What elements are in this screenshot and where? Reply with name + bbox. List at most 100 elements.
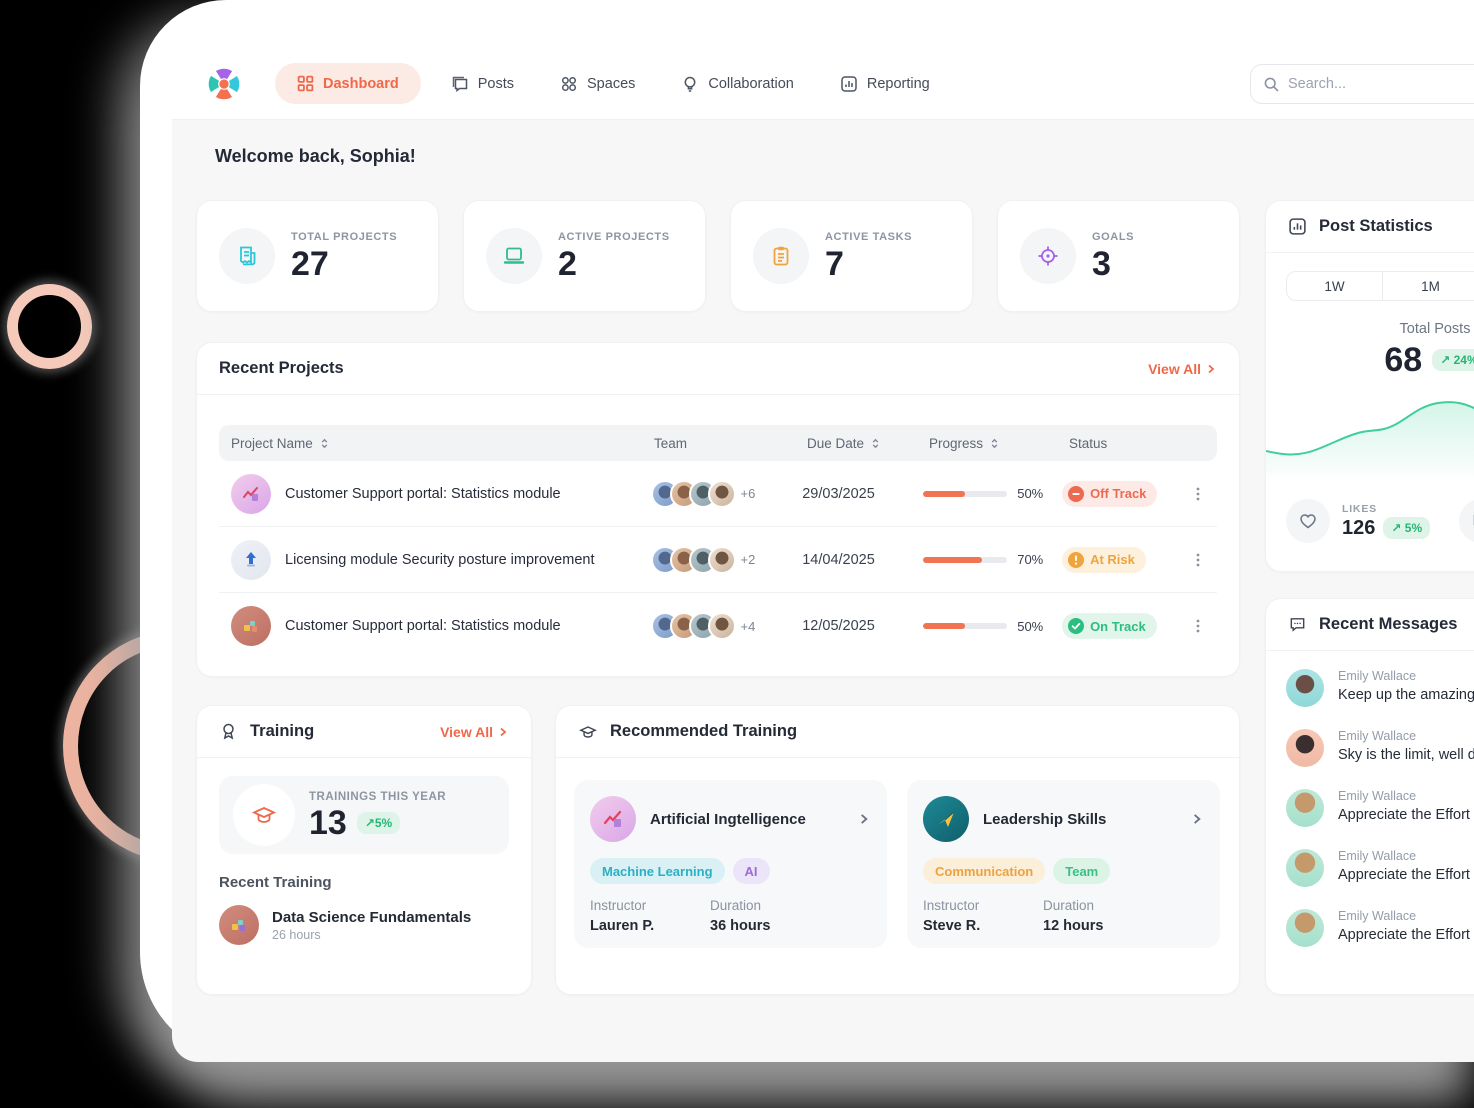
tag: Communication xyxy=(923,858,1045,884)
column-header-due[interactable]: Due Date xyxy=(807,436,929,451)
message-item[interactable]: Emily Wallace Appreciate the Effort xyxy=(1286,849,1474,887)
stat-card-active-projects: ACTIVE PROJECTS 2 xyxy=(463,200,706,312)
training-card: Training View All TRAININGS THIS YEAR 13 xyxy=(196,705,532,995)
progress-percent: 50% xyxy=(1017,486,1043,501)
progress-cell: 70% xyxy=(923,552,1062,567)
training-avatar xyxy=(219,905,259,945)
avatar xyxy=(708,612,736,640)
row-menu-button[interactable] xyxy=(1191,486,1205,502)
table-header: Project Name Team Due Date Progress xyxy=(219,425,1217,461)
app-window: Dashboard Posts Spaces Collaboration xyxy=(172,48,1474,1062)
section-title: Training xyxy=(250,722,314,741)
kebab-icon xyxy=(1191,552,1205,568)
project-cell: Licensing module Security posture improv… xyxy=(231,540,651,580)
sort-icon xyxy=(318,437,331,450)
progress-bar xyxy=(923,623,1007,629)
due-date: 12/05/2025 xyxy=(802,618,923,634)
nav-item-dashboard[interactable]: Dashboard xyxy=(275,63,421,104)
course-avatar xyxy=(590,796,636,842)
instructor-value: Lauren P. xyxy=(590,918,710,934)
target-icon xyxy=(1020,228,1076,284)
nav-item-spaces[interactable]: Spaces xyxy=(544,63,651,105)
message-item[interactable]: Emily Wallace Appreciate the Effort xyxy=(1286,909,1474,947)
training-item-title: Data Science Fundamentals xyxy=(272,909,471,926)
avatar xyxy=(1286,789,1324,827)
recent-training-item[interactable]: Data Science Fundamentals 26 hours xyxy=(219,905,509,945)
range-1m-button[interactable]: 1M xyxy=(1383,272,1474,300)
recommended-course-card[interactable]: Artificial Ingtelligence Machine Learnin… xyxy=(574,780,887,948)
message-item[interactable]: Emily Wallace Appreciate the Effort xyxy=(1286,789,1474,827)
team-avatars: +4 xyxy=(651,612,803,640)
messages-list: Emily Wallace Keep up the amazing Emily … xyxy=(1266,651,1474,947)
project-avatar xyxy=(231,540,271,580)
avatar xyxy=(708,546,736,574)
stat-value: 2 xyxy=(558,247,670,281)
recent-projects-card: Recent Projects View All Project Name Te… xyxy=(196,342,1240,677)
comment-icon xyxy=(1459,499,1474,543)
page: Dashboard Posts Spaces Collaboration xyxy=(140,0,1474,1062)
column-header-progress[interactable]: Progress xyxy=(929,436,1069,451)
stats-row: TOTAL PROJECTS 27 ACTIVE PROJECTS 2 xyxy=(196,200,1240,312)
app-logo-icon[interactable] xyxy=(205,65,243,103)
instructor-label: Instructor xyxy=(590,898,710,913)
row-menu-button[interactable] xyxy=(1191,552,1205,568)
view-all-projects-link[interactable]: View All xyxy=(1148,361,1217,377)
duration-value: 12 hours xyxy=(1043,918,1163,934)
recent-messages-card: Recent Messages Emily Wallace Keep up th… xyxy=(1265,598,1474,995)
nav-item-posts[interactable]: Posts xyxy=(435,63,530,105)
view-all-label: View All xyxy=(1148,361,1201,377)
column-header-name[interactable]: Project Name xyxy=(231,436,654,451)
chevron-right-icon xyxy=(1205,363,1217,375)
duration-label: Duration xyxy=(1043,898,1163,913)
column-label: Project Name xyxy=(231,436,313,451)
avatar xyxy=(1286,669,1324,707)
view-all-training-link[interactable]: View All xyxy=(440,724,509,740)
training-header: Training View All xyxy=(197,706,531,758)
nav-items: Dashboard Posts Spaces Collaboration xyxy=(275,63,946,105)
recommended-training-card: Recommended Training Artificial Ingtelli… xyxy=(555,705,1240,995)
column-label: Due Date xyxy=(807,436,864,451)
progress-percent: 50% xyxy=(1017,619,1043,634)
row-menu-button[interactable] xyxy=(1191,618,1205,634)
section-title: Recent Messages xyxy=(1319,615,1458,634)
due-date: 29/03/2025 xyxy=(802,486,923,502)
nav-item-reporting[interactable]: Reporting xyxy=(824,63,946,105)
table-row[interactable]: Customer Support portal: Statistics modu… xyxy=(219,461,1217,527)
duration-value: 36 hours xyxy=(710,918,830,934)
team-extra-count: +4 xyxy=(741,619,756,634)
project-cell: Customer Support portal: Statistics modu… xyxy=(231,606,651,646)
message-item[interactable]: Emily Wallace Keep up the amazing xyxy=(1286,669,1474,707)
course-open-button[interactable] xyxy=(857,812,871,826)
off-track-icon xyxy=(1068,486,1084,502)
decorative-ring-small xyxy=(7,284,92,369)
stat-label: TOTAL PROJECTS xyxy=(291,231,397,243)
status-badge: At Risk xyxy=(1062,547,1146,573)
search-box[interactable] xyxy=(1250,64,1474,104)
status-cell: At Risk xyxy=(1062,547,1191,573)
project-name: Licensing module Security posture improv… xyxy=(285,552,594,568)
range-1w-button[interactable]: 1W xyxy=(1287,272,1383,300)
course-title: Artificial Ingtelligence xyxy=(650,811,806,828)
course-avatar xyxy=(923,796,969,842)
message-item[interactable]: Emily Wallace Sky is the limit, well d xyxy=(1286,729,1474,767)
backdrop: Dashboard Posts Spaces Collaboration xyxy=(0,0,1474,1108)
stat-label: TRAININGS THIS YEAR xyxy=(309,791,446,803)
message-icon xyxy=(1288,615,1307,634)
nav-item-collaboration[interactable]: Collaboration xyxy=(665,63,809,105)
status-label: On Track xyxy=(1090,619,1146,634)
message-sender: Emily Wallace xyxy=(1338,909,1474,923)
status-badge: Off Track xyxy=(1062,481,1157,507)
table-row[interactable]: Customer Support portal: Statistics modu… xyxy=(219,593,1217,659)
table-row[interactable]: Licensing module Security posture improv… xyxy=(219,527,1217,593)
recommended-course-card[interactable]: Leadership Skills Communication Team Ins… xyxy=(907,780,1220,948)
status-cell: On Track xyxy=(1062,613,1191,639)
projects-table: Project Name Team Due Date Progress xyxy=(197,395,1239,659)
project-cell: Customer Support portal: Statistics modu… xyxy=(231,474,651,514)
team-extra-count: +6 xyxy=(741,486,756,501)
search-input[interactable] xyxy=(1288,76,1474,92)
project-name: Customer Support portal: Statistics modu… xyxy=(285,486,561,502)
nav-label: Dashboard xyxy=(323,76,399,92)
kebab-icon xyxy=(1191,618,1205,634)
course-open-button[interactable] xyxy=(1190,812,1204,826)
recent-messages-header: Recent Messages xyxy=(1266,599,1474,651)
